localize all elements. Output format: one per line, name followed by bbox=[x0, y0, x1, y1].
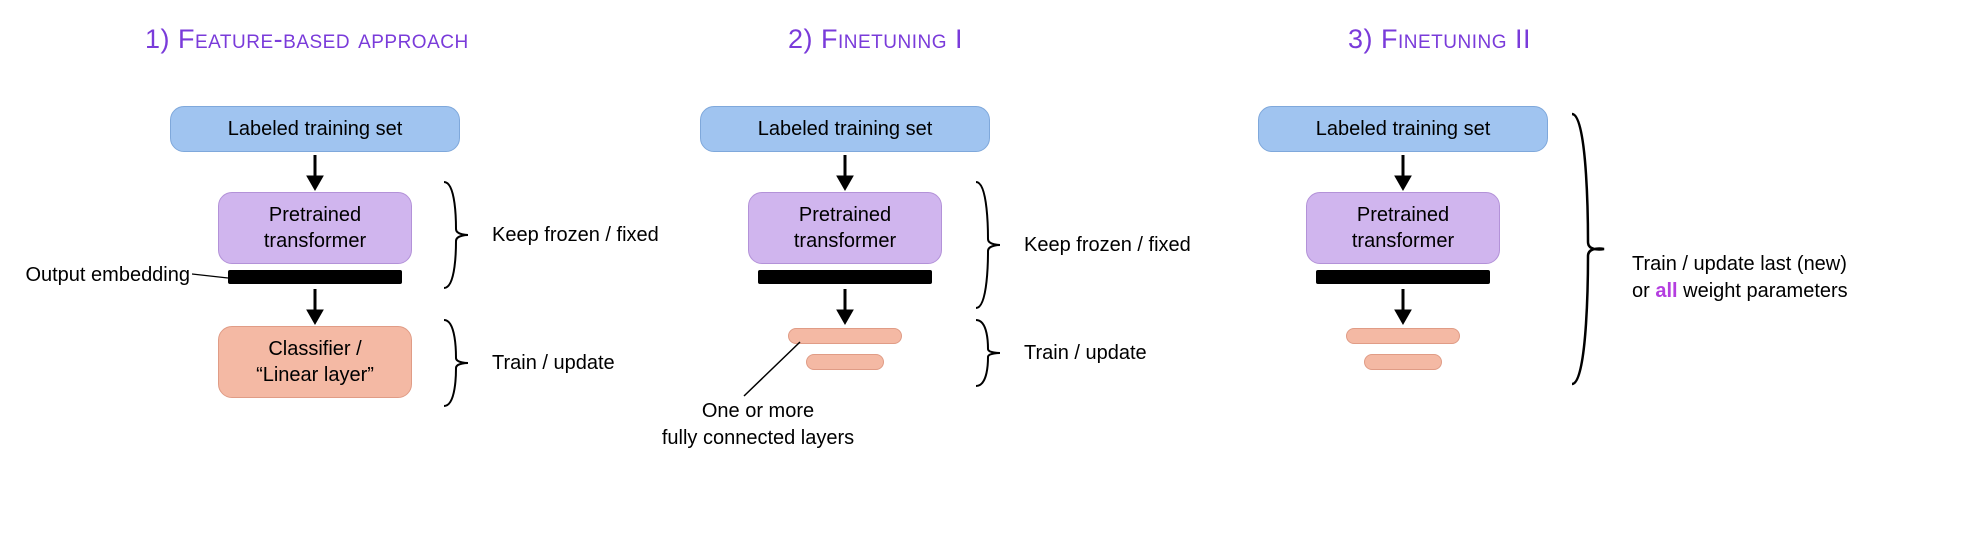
p3-pretrained-box: Pretrained transformer bbox=[1306, 192, 1500, 264]
p2-train-update-label: Train / update bbox=[1024, 340, 1147, 367]
p1-embedding-bar bbox=[228, 270, 402, 284]
p1-pretrained-label: Pretrained transformer bbox=[264, 202, 366, 254]
p2-pretrained-box: Pretrained transformer bbox=[748, 192, 942, 264]
panel-1-title: 1) Feature-based approach bbox=[145, 24, 469, 55]
p3-train-all-post: weight parameters bbox=[1678, 280, 1848, 302]
p2-arrow-1 bbox=[830, 152, 860, 192]
p3-fc-bar-2 bbox=[1364, 354, 1442, 370]
p3-train-all-label: Train / update last (new) or all weight … bbox=[1632, 224, 1848, 305]
p2-training-set-label: Labeled training set bbox=[758, 116, 933, 142]
p1-classifier-label: Classifier / “Linear layer” bbox=[256, 336, 374, 388]
p1-arrow-1 bbox=[300, 152, 330, 192]
panel-3-title: 3) Finetuning II bbox=[1348, 24, 1531, 55]
p1-output-embedding-label: Output embedding bbox=[0, 262, 190, 289]
p1-classifier-box: Classifier / “Linear layer” bbox=[218, 326, 412, 398]
p3-pretrained-label: Pretrained transformer bbox=[1352, 202, 1454, 254]
p3-arrow-2 bbox=[1388, 286, 1418, 326]
p2-arrow-2 bbox=[830, 286, 860, 326]
panel-2-title: 2) Finetuning I bbox=[788, 24, 963, 55]
p1-arrow-2 bbox=[300, 286, 330, 326]
p2-brace-bottom bbox=[970, 318, 1010, 388]
p2-embedding-bar bbox=[758, 270, 932, 284]
p1-brace-bottom bbox=[438, 318, 478, 408]
p2-fc-bar-2 bbox=[806, 354, 884, 370]
p1-pretrained-box: Pretrained transformer bbox=[218, 192, 412, 264]
p3-train-all-highlight: all bbox=[1655, 280, 1677, 302]
p2-fc-bar-1 bbox=[788, 328, 902, 344]
p3-arrow-1 bbox=[1388, 152, 1418, 192]
p3-fc-bar-1 bbox=[1346, 328, 1460, 344]
p1-brace-top bbox=[438, 180, 478, 290]
p2-fc-leader bbox=[742, 340, 802, 400]
p2-pretrained-label: Pretrained transformer bbox=[794, 202, 896, 254]
p3-training-set-box: Labeled training set bbox=[1258, 106, 1548, 152]
p2-training-set-box: Labeled training set bbox=[700, 106, 990, 152]
p3-brace bbox=[1566, 112, 1616, 386]
p2-brace-top bbox=[970, 180, 1010, 310]
p1-training-set-label: Labeled training set bbox=[228, 116, 403, 142]
p1-train-update-label: Train / update bbox=[492, 350, 615, 377]
p1-embedding-leader bbox=[192, 272, 232, 284]
p2-keep-frozen-label: Keep frozen / fixed bbox=[1024, 232, 1191, 259]
p3-training-set-label: Labeled training set bbox=[1316, 116, 1491, 142]
p2-fc-layers-label: One or more fully connected layers bbox=[648, 398, 868, 452]
p3-embedding-bar bbox=[1316, 270, 1490, 284]
p1-keep-frozen-label: Keep frozen / fixed bbox=[492, 222, 659, 249]
p1-training-set-box: Labeled training set bbox=[170, 106, 460, 152]
